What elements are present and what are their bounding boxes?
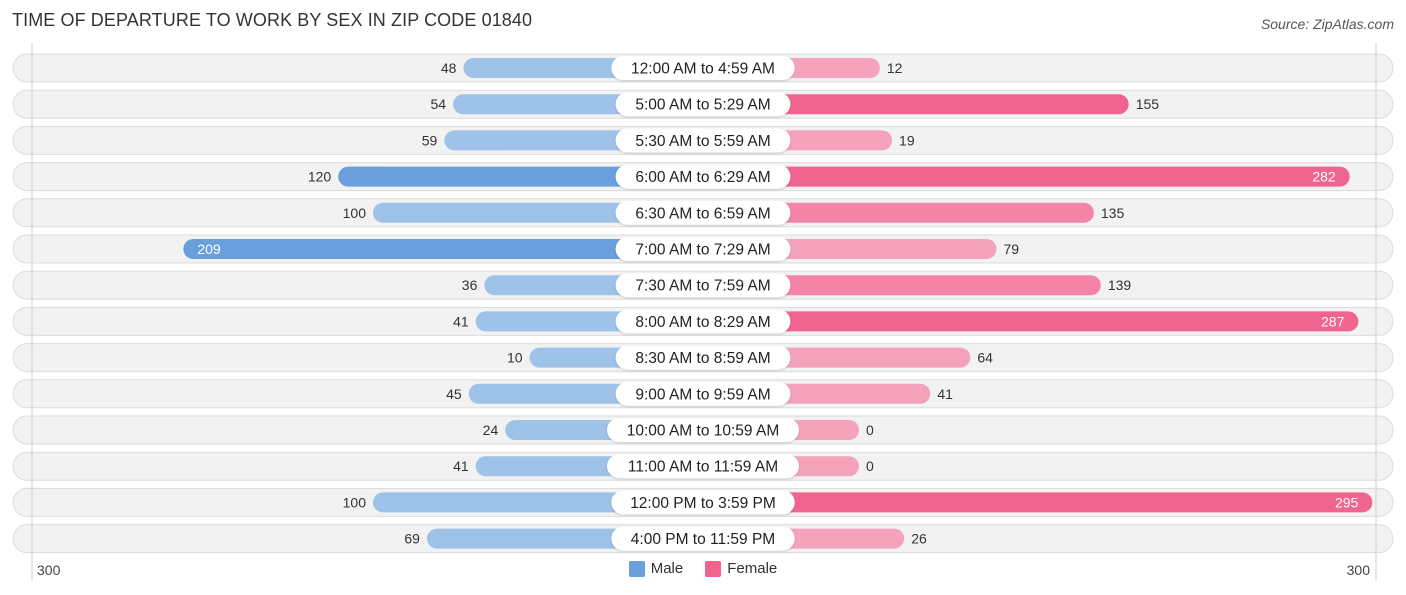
value-label-female: 12	[887, 60, 903, 76]
value-label-male: 100	[343, 205, 367, 221]
chart-row: 69 26 4:00 PM to 11:59 PM	[12, 524, 1394, 554]
value-label-female: 41	[937, 386, 953, 402]
chart-row: 209 79 7:00 AM to 7:29 AM	[12, 234, 1394, 264]
category-label: 4:00 PM to 11:59 PM	[631, 531, 775, 548]
bar-female	[703, 166, 1350, 187]
category-label: 9:00 AM to 9:59 AM	[635, 386, 770, 403]
legend-swatch-male	[628, 560, 645, 577]
category-label: 6:00 AM to 6:29 AM	[635, 169, 770, 186]
value-label-male: 69	[404, 531, 420, 547]
value-label-female: 0	[866, 422, 874, 438]
value-label-male: 59	[422, 132, 438, 148]
chart-row: 54 155 5:00 AM to 5:29 AM	[12, 89, 1394, 119]
category-label: 12:00 PM to 3:59 PM	[630, 495, 776, 512]
value-label-female: 0	[866, 458, 874, 474]
chart-row: 59 19 5:30 AM to 5:59 AM	[12, 125, 1394, 155]
legend: Male Female	[0, 560, 1406, 577]
value-label-male: 45	[446, 386, 462, 402]
chart-row: 41 0 11:00 AM to 11:59 AM	[12, 451, 1394, 481]
chart-row: 100 295 12:00 PM to 3:59 PM	[12, 487, 1394, 517]
value-label-male: 41	[453, 458, 469, 474]
value-label-male: 10	[507, 350, 523, 366]
category-label: 6:30 AM to 6:59 AM	[635, 205, 770, 222]
value-label-male: 120	[308, 169, 332, 185]
category-label: 8:30 AM to 8:59 AM	[635, 350, 770, 367]
value-label-female: 295	[1335, 494, 1359, 510]
chart-row: 120 282 6:00 AM to 6:29 AM	[12, 162, 1394, 192]
chart-row: 100 135 6:30 AM to 6:59 AM	[12, 198, 1394, 228]
value-label-female: 287	[1321, 313, 1345, 329]
value-label-male: 209	[197, 241, 221, 257]
value-label-male: 100	[343, 494, 367, 510]
value-label-female: 26	[911, 531, 927, 547]
chart-canvas: 48 12 12:00 AM to 4:59 AM 54 155 5:00 AM to 5…	[12, 42, 1394, 580]
chart-row: 45 41 9:00 AM to 9:59 AM	[12, 379, 1394, 409]
value-label-male: 41	[453, 313, 469, 329]
category-label: 8:00 AM to 8:29 AM	[635, 314, 770, 331]
chart-row: 10 64 8:30 AM to 8:59 AM	[12, 343, 1394, 373]
bar-female	[703, 311, 1359, 332]
legend-item-female: Female	[705, 560, 777, 577]
category-label: 7:30 AM to 7:59 AM	[635, 278, 770, 295]
value-label-male: 24	[483, 422, 499, 438]
category-label: 7:00 AM to 7:29 AM	[635, 242, 770, 259]
category-label: 11:00 AM to 11:59 AM	[628, 459, 778, 476]
value-label-female: 282	[1312, 169, 1336, 185]
chart-row: 41 287 8:00 AM to 8:29 AM	[12, 306, 1394, 336]
value-label-female: 64	[977, 350, 993, 366]
value-label-female: 79	[1003, 241, 1019, 257]
value-label-female: 135	[1101, 205, 1125, 221]
value-label-female: 139	[1108, 277, 1132, 293]
legend-label-female: Female	[727, 560, 778, 577]
category-label: 5:00 AM to 5:29 AM	[635, 97, 770, 114]
category-label: 12:00 AM to 4:59 AM	[631, 61, 775, 78]
value-label-male: 48	[441, 60, 457, 76]
value-label-male: 36	[462, 277, 478, 293]
chart-row: 36 139 7:30 AM to 7:59 AM	[12, 270, 1394, 300]
value-label-male: 54	[430, 96, 446, 112]
chart-row: 24 0 10:00 AM to 10:59 AM	[12, 415, 1394, 445]
bar-female	[703, 492, 1373, 513]
legend-item-male: Male	[628, 560, 684, 577]
legend-swatch-female	[705, 560, 722, 577]
category-label: 5:30 AM to 5:59 AM	[635, 133, 770, 150]
legend-label-male: Male	[650, 560, 684, 577]
value-label-female: 19	[899, 132, 915, 148]
value-label-female: 155	[1136, 96, 1160, 112]
chart-row: 48 12 12:00 AM to 4:59 AM	[12, 53, 1394, 83]
category-label: 10:00 AM to 10:59 AM	[627, 423, 780, 440]
